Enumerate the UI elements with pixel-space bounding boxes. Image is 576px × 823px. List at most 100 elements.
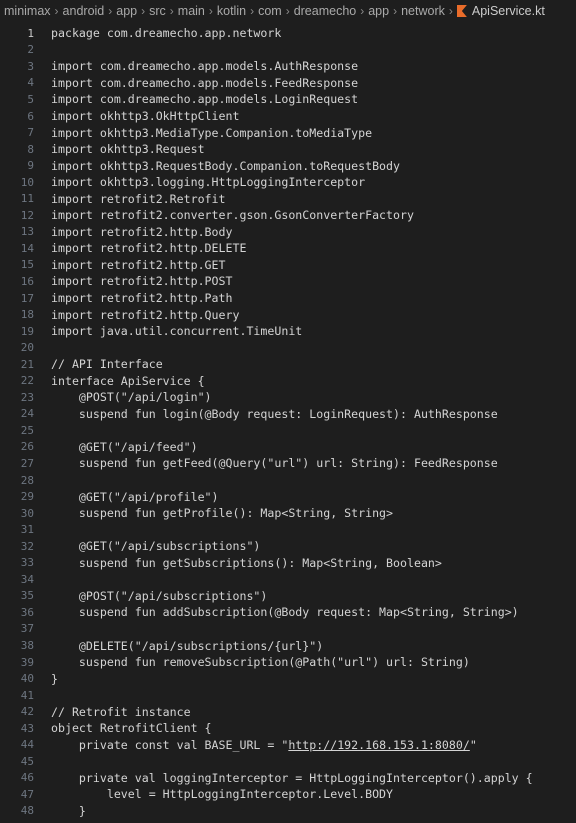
code-line[interactable]: 5 import com.dreamecho.app.models.LoginRe… [0, 91, 576, 108]
code-line[interactable]: 44 private const val BASE_URL = "http://… [0, 737, 576, 754]
code-line[interactable]: 7 import okhttp3.MediaType.Companion.toMe… [0, 124, 576, 141]
line-number: 39 [20, 655, 34, 669]
code-line[interactable]: 10 import okhttp3.logging.HttpLoggingInte… [0, 174, 576, 191]
breadcrumb-segment[interactable]: main [178, 4, 205, 18]
code-text: import okhttp3.Request [51, 142, 205, 157]
code-line[interactable]: 20 [0, 339, 576, 356]
line-number: 3 [27, 59, 34, 73]
breadcrumb-segment[interactable]: minimax [4, 4, 51, 18]
code-text: import okhttp3.logging.HttpLoggingInterc… [51, 175, 366, 190]
breadcrumb-segment[interactable]: app [116, 4, 137, 18]
code-line[interactable]: 14 import retrofit2.http.DELETE [0, 240, 576, 257]
line-number: 43 [20, 721, 34, 735]
breadcrumb-segment[interactable]: src [149, 4, 166, 18]
breadcrumb-segment[interactable]: app [368, 4, 389, 18]
code-line[interactable]: 43 object RetrofitClient { [0, 720, 576, 737]
code-text: @GET("/api/subscriptions") [51, 539, 261, 554]
breadcrumb-segment[interactable]: android [63, 4, 105, 18]
line-number: 35 [20, 589, 34, 603]
code-line[interactable]: 38 @DELETE("/api/subscriptions/{url}") [0, 637, 576, 654]
code-line[interactable]: 35 @POST("/api/subscriptions") [0, 588, 576, 605]
code-text: @GET("/api/feed") [51, 439, 198, 454]
code-text: @DELETE("/api/subscriptions/{url}") [51, 638, 324, 653]
code-line[interactable]: 47 level = HttpLoggingInterceptor.Level.… [0, 786, 576, 803]
code-line[interactable]: 37 [0, 621, 576, 638]
code-line[interactable]: 1 package com.dreamecho.app.network [0, 25, 576, 42]
line-number: 9 [27, 159, 34, 173]
line-number: 33 [20, 556, 34, 570]
code-line[interactable]: 31 [0, 521, 576, 538]
code-line[interactable]: 27 suspend fun getFeed(@Query("url") url… [0, 455, 576, 472]
code-line[interactable]: 39 suspend fun removeSubscription(@Path(… [0, 654, 576, 671]
code-line[interactable]: 34 [0, 571, 576, 588]
chevron-right-icon: › [54, 4, 59, 18]
code-line[interactable]: 46 private val loggingInterceptor = Http… [0, 770, 576, 787]
breadcrumb-file[interactable]: ApiService.kt [456, 4, 545, 18]
code-line[interactable]: 19 import java.util.concurrent.TimeUnit [0, 323, 576, 340]
code-line[interactable]: 17 import retrofit2.http.Path [0, 290, 576, 307]
code-line[interactable]: 2 [0, 42, 576, 59]
code-line[interactable]: 41 [0, 687, 576, 704]
code-line[interactable]: 23 @POST("/api/login") [0, 389, 576, 406]
code-line[interactable]: 8 import okhttp3.Request [0, 141, 576, 158]
code-text: import retrofit2.http.POST [51, 274, 233, 289]
code-line[interactable]: 45 [0, 753, 576, 770]
line-number: 42 [20, 705, 34, 719]
code-line[interactable]: 26 @GET("/api/feed") [0, 439, 576, 456]
code-line[interactable]: 4 import com.dreamecho.app.models.FeedRes… [0, 75, 576, 92]
code-line[interactable]: 32 @GET("/api/subscriptions") [0, 538, 576, 555]
breadcrumb-segment[interactable]: dreamecho [294, 4, 357, 18]
line-number: 18 [20, 308, 34, 322]
url-link[interactable]: http://192.168.153.1:8080/ [288, 738, 469, 752]
breadcrumb-segment[interactable]: network [401, 4, 445, 18]
code-line[interactable]: 21 // API Interface [0, 356, 576, 373]
line-number: 28 [20, 473, 34, 487]
chevron-right-icon: › [448, 4, 453, 18]
line-number: 10 [20, 175, 34, 189]
code-line[interactable]: 33 suspend fun getSubscriptions(): Map<S… [0, 555, 576, 572]
code-text: // API Interface [51, 357, 163, 372]
code-text: @POST("/api/subscriptions") [51, 588, 268, 603]
code-line[interactable]: 29 @GET("/api/profile") [0, 488, 576, 505]
breadcrumb-segment[interactable]: com [258, 4, 282, 18]
line-number: 40 [20, 672, 34, 686]
code-editor[interactable]: 1 package com.dreamecho.app.network 2 3 impo… [0, 22, 576, 819]
code-text: level = HttpLoggingInterceptor.Level.BOD… [51, 787, 394, 802]
line-number: 1 [27, 26, 34, 40]
code-text: interface ApiService { [51, 373, 205, 388]
code-line[interactable]: 36 suspend fun addSubscription(@Body req… [0, 604, 576, 621]
code-text: import retrofit2.converter.gson.GsonConv… [51, 208, 414, 223]
code-line[interactable]: 3 import com.dreamecho.app.models.AuthRes… [0, 58, 576, 75]
code-line[interactable]: 40} [0, 670, 576, 687]
code-text: suspend fun getSubscriptions(): Map<Stri… [51, 555, 442, 570]
code-line[interactable]: 13 import retrofit2.http.Body [0, 224, 576, 241]
code-line[interactable]: 42 // Retrofit instance [0, 703, 576, 720]
code-line[interactable]: 28 [0, 472, 576, 489]
code-text: @POST("/api/login") [51, 390, 212, 405]
code-text: import com.dreamecho.app.models.FeedResp… [51, 75, 359, 90]
code-line[interactable]: 12 import retrofit2.converter.gson.GsonCo… [0, 207, 576, 224]
code-line[interactable]: 15 import retrofit2.http.GET [0, 257, 576, 274]
code-line[interactable]: 6 import okhttp3.OkHttpClient [0, 108, 576, 125]
code-text: import retrofit2.http.Body [51, 224, 233, 239]
line-number: 21 [20, 357, 34, 371]
code-line[interactable]: 25 [0, 422, 576, 439]
code-line[interactable]: 18 import retrofit2.http.Query [0, 306, 576, 323]
code-line[interactable]: 30 suspend fun getProfile(): Map<String,… [0, 505, 576, 522]
chevron-right-icon: › [208, 4, 213, 18]
line-number: 41 [20, 688, 34, 702]
code-text: suspend fun addSubscription(@Body reques… [51, 605, 519, 620]
code-line[interactable]: 11 import retrofit2.Retrofit [0, 190, 576, 207]
line-number: 25 [20, 423, 34, 437]
code-line[interactable]: 48 } [0, 803, 576, 820]
code-line[interactable]: 24 suspend fun login(@Body request: Logi… [0, 406, 576, 423]
breadcrumb-segment[interactable]: kotlin [217, 4, 246, 18]
code-text: suspend fun removeSubscription(@Path("ur… [51, 655, 470, 670]
code-line[interactable]: 16 import retrofit2.http.POST [0, 273, 576, 290]
code-text: import retrofit2.Retrofit [51, 191, 226, 206]
chevron-right-icon: › [141, 4, 146, 18]
line-number: 26 [20, 440, 34, 454]
code-text: suspend fun getProfile(): Map<String, St… [51, 506, 394, 521]
code-line[interactable]: 22 interface ApiService { [0, 372, 576, 389]
code-line[interactable]: 9 import okhttp3.RequestBody.Companion.to… [0, 157, 576, 174]
